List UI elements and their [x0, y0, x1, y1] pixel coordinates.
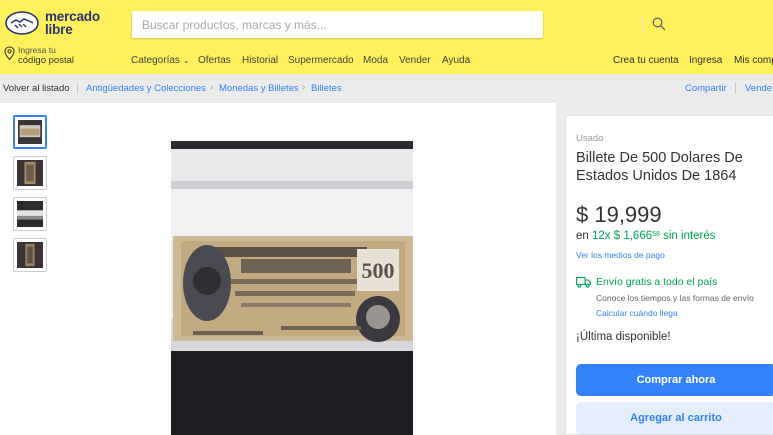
search-divider — [642, 16, 643, 33]
gallery-thumbnail[interactable] — [13, 156, 47, 190]
create-account-link[interactable]: Crea tu cuenta — [613, 55, 679, 66]
search-bar — [132, 11, 666, 38]
banknote-photo: 500 — [171, 141, 413, 435]
product-title: Billete De 500 Dolares De Estados Unidos… — [576, 150, 743, 184]
mercadolibre-logo[interactable]: mercado libre — [5, 9, 115, 41]
gallery-thumbnail[interactable] — [13, 197, 47, 231]
banknote-thumbnail-icon — [17, 242, 43, 268]
nav-sell[interactable]: Vender — [399, 55, 431, 66]
my-purchases-link[interactable]: Mis comp — [734, 55, 773, 66]
nav-offers[interactable]: Ofertas — [198, 55, 231, 66]
installments-info: en 12x $ 1,66658 sin interés — [576, 230, 716, 242]
shipping-description: Conoce los tiempos y las formas de envío — [596, 293, 754, 303]
header: mercado libre Ingresa tu código postal C… — [0, 0, 773, 74]
nav-history[interactable]: Historial — [242, 55, 278, 66]
breadcrumb-item[interactable]: Monedas y Billetes — [219, 83, 299, 94]
location-hint: Ingresa tu — [18, 45, 56, 55]
search-button[interactable] — [644, 11, 674, 38]
breadcrumb-item[interactable]: Antigüedades y Colecciones — [86, 83, 206, 94]
breadcrumb: Volver al listado Antigüedades y Colecci… — [0, 74, 773, 102]
payment-methods-link[interactable]: Ver los medios de pago — [576, 250, 665, 260]
purchase-panel: Usado Billete De 500 Dolares De Estados … — [565, 115, 773, 435]
installment-amount: $ 1,666 — [613, 230, 653, 242]
nav-help[interactable]: Ayuda — [442, 55, 470, 66]
breadcrumb-item[interactable]: Billetes — [311, 83, 342, 94]
installments-count: 12x — [592, 230, 611, 242]
installments-suffix: sin interés — [659, 230, 716, 242]
handshake-icon — [5, 11, 39, 35]
search-input[interactable] — [132, 11, 502, 38]
free-shipping-label: Envío gratis a todo el país — [596, 276, 718, 288]
gallery-thumbnail[interactable] — [13, 115, 47, 149]
chevron-down-icon: ⌄ — [182, 56, 190, 65]
buy-now-button[interactable]: Comprar ahora — [576, 364, 773, 396]
installments-prefix: en — [576, 230, 592, 242]
search-icon — [652, 17, 666, 31]
nav-fashion[interactable]: Moda — [363, 55, 388, 66]
stock-status: ¡Última disponible! — [576, 331, 671, 343]
logo-text: mercado libre — [45, 9, 100, 37]
svg-text:500: 500 — [362, 258, 395, 283]
installment-cents: 58 — [652, 231, 660, 238]
nav-categories[interactable]: Categorías ⌄ — [131, 55, 190, 66]
back-to-listing-link[interactable]: Volver al listado — [3, 83, 70, 94]
product-price: $ 19,999 — [576, 202, 662, 227]
login-link[interactable]: Ingresa — [689, 55, 722, 66]
sell-one-like-this-link[interactable]: Vende — [745, 83, 772, 94]
product-main-image[interactable]: 500 — [171, 141, 413, 435]
breadcrumb-divider — [77, 83, 78, 94]
breadcrumb-divider — [735, 82, 736, 94]
banknote-thumbnail-icon — [18, 120, 42, 144]
truck-icon — [576, 277, 591, 288]
product-gallery: 500 — [0, 103, 556, 435]
share-link[interactable]: Compartir — [685, 83, 727, 94]
nav-supermarket[interactable]: Supermercado — [288, 55, 354, 66]
chevron-right-icon: › — [210, 82, 214, 93]
banknote-thumbnail-icon — [17, 160, 43, 186]
location-pin-icon — [4, 46, 15, 61]
calculate-delivery-link[interactable]: Calcular cuándo llega — [596, 308, 678, 318]
add-to-cart-button[interactable]: Agregar al carrito — [576, 402, 773, 434]
location-selector[interactable]: Ingresa tu código postal — [4, 45, 124, 69]
banknote-thumbnail-icon — [17, 201, 43, 227]
condition-label: Usado — [576, 133, 604, 144]
chevron-right-icon: › — [302, 82, 306, 93]
gallery-thumbnail[interactable] — [13, 238, 47, 272]
location-label: código postal — [18, 55, 74, 66]
